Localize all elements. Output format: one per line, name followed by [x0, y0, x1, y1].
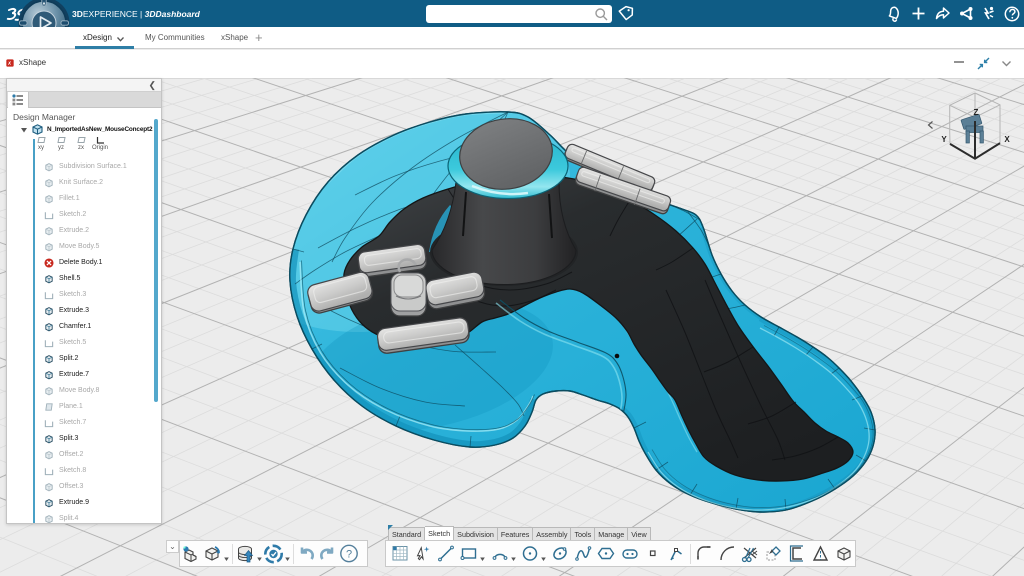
svg-text:Y: Y	[941, 135, 947, 144]
svg-text:X: X	[1004, 135, 1010, 144]
svg-text:Z: Z	[974, 108, 979, 117]
svg-text:?: ?	[346, 549, 352, 561]
